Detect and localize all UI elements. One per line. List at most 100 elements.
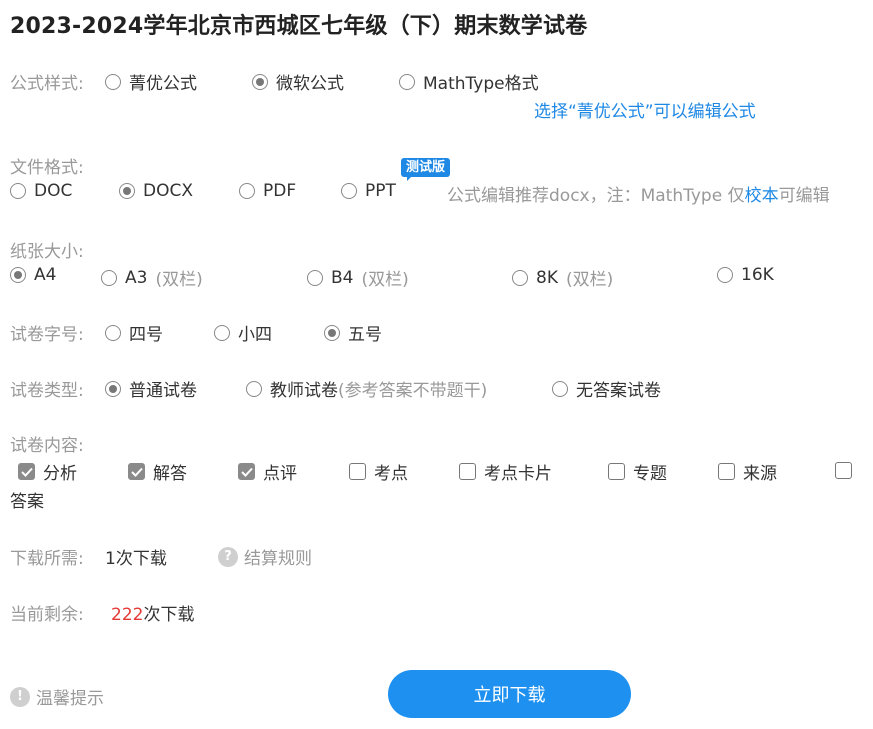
content-option-source[interactable]: 来源: [718, 459, 777, 484]
file-format-note-prefix: 公式编辑推荐docx，注：MathType 仅: [447, 186, 745, 206]
settlement-rule-label: 结算规则: [244, 549, 312, 569]
paper-type-option-label: 教师试卷: [270, 381, 338, 401]
paper-size-a3[interactable]: A3 (双栏): [101, 265, 203, 290]
paper-size-a4[interactable]: A4: [10, 265, 56, 285]
content-option-answer-checkbox[interactable]: [835, 462, 860, 483]
radio-icon[interactable]: [105, 324, 121, 341]
radio-icon[interactable]: [552, 380, 568, 397]
radio-icon[interactable]: [239, 183, 255, 199]
download-cost-label: 下载所需:: [10, 549, 84, 569]
font-size-option-label: 五号: [348, 325, 382, 345]
formula-option-label: 菁优公式: [129, 74, 197, 94]
radio-icon[interactable]: [101, 269, 117, 286]
warm-tip-link[interactable]: ! 温馨提示: [10, 684, 104, 709]
content-option-comment[interactable]: 点评: [238, 459, 297, 484]
content-option-topic[interactable]: 专题: [608, 459, 667, 484]
content-option-solution[interactable]: 解答: [128, 459, 187, 484]
paper-size-b4[interactable]: B4 (双栏): [307, 265, 409, 290]
content-option-label: 考点: [374, 464, 408, 484]
file-format-note: 公式编辑推荐docx，注：MathType 仅校本可编辑: [447, 181, 830, 206]
radio-checked-icon[interactable]: [119, 183, 135, 199]
file-format-docx[interactable]: DOCX: [119, 181, 193, 201]
content-option-label: 考点卡片: [484, 464, 552, 484]
content-option-label: 点评: [263, 464, 297, 484]
file-format-option-label: PPT: [365, 181, 396, 201]
content-option-analysis[interactable]: 分析: [18, 459, 77, 484]
file-format-label: 文件格式:: [10, 158, 84, 178]
paper-size-option-label: 16K: [741, 265, 774, 285]
font-size-option-label: 四号: [129, 325, 163, 345]
formula-option-mathtype[interactable]: MathType格式: [399, 69, 539, 94]
checkbox-checked-icon[interactable]: [238, 463, 255, 480]
radio-icon[interactable]: [512, 269, 528, 286]
radio-checked-icon[interactable]: [10, 267, 26, 283]
formula-option-label: MathType格式: [423, 74, 539, 94]
badge-tail-shape: [407, 175, 413, 181]
content-option-knowledge[interactable]: 考点: [349, 459, 408, 484]
radio-icon[interactable]: [246, 380, 262, 397]
checkbox-icon[interactable]: [835, 462, 852, 479]
radio-icon[interactable]: [10, 183, 26, 199]
formula-hint-link[interactable]: 选择“菁优公式”可以编辑公式: [534, 97, 756, 122]
paper-type-option-label: 普通试卷: [129, 381, 197, 401]
radio-icon[interactable]: [214, 324, 230, 341]
file-format-pdf[interactable]: PDF: [239, 181, 296, 201]
content-option-label: 来源: [743, 464, 777, 484]
content-option-answer-label: 答案: [10, 492, 44, 512]
paper-type-label: 试卷类型:: [10, 381, 84, 401]
paper-type-no-answer[interactable]: 无答案试卷: [552, 376, 661, 401]
formula-style-label: 公式样式:: [10, 74, 84, 94]
file-format-doc[interactable]: DOC: [10, 181, 72, 201]
radio-checked-icon[interactable]: [105, 380, 121, 397]
checkbox-icon[interactable]: [718, 463, 735, 480]
formula-option-microsoft[interactable]: 微软公式: [252, 69, 344, 94]
paper-type-normal[interactable]: 普通试卷: [105, 376, 197, 401]
checkbox-icon[interactable]: [608, 463, 625, 480]
settlement-rule-link[interactable]: ? 结算规则: [218, 544, 312, 569]
radio-icon[interactable]: [105, 73, 121, 90]
paper-size-option-label: A4: [34, 265, 57, 285]
remaining-count: 222: [111, 605, 144, 625]
download-cost-value: 1次下载: [105, 549, 167, 569]
radio-icon[interactable]: [717, 267, 733, 283]
paper-size-option-label: 8K: [536, 267, 558, 288]
checkbox-checked-icon[interactable]: [128, 463, 145, 480]
paper-size-option-note: (双栏): [361, 270, 409, 290]
checkbox-icon[interactable]: [459, 463, 476, 480]
content-option-knowledge-card[interactable]: 考点卡片: [459, 459, 552, 484]
file-format-note-link[interactable]: 校本: [745, 186, 779, 206]
remaining-label: 当前剩余:: [10, 605, 84, 625]
paper-size-option-note: (双栏): [155, 270, 203, 290]
file-format-option-label: DOCX: [143, 181, 193, 201]
font-size-option-label: 小四: [238, 325, 272, 345]
radio-checked-icon[interactable]: [324, 324, 340, 341]
remaining-unit: 次下载: [143, 605, 195, 625]
paper-type-option-note: (参考答案不带题干): [338, 381, 488, 401]
warm-tip-label: 温馨提示: [36, 689, 104, 709]
radio-icon[interactable]: [399, 73, 415, 90]
radio-checked-icon[interactable]: [252, 73, 268, 90]
paper-size-option-note: (双栏): [565, 270, 614, 290]
radio-icon[interactable]: [307, 269, 323, 286]
paper-size-8k[interactable]: 8K (双栏): [512, 265, 613, 290]
download-now-button[interactable]: 立即下载: [388, 670, 631, 718]
file-format-ppt[interactable]: PPT: [341, 181, 396, 201]
font-size-sihao[interactable]: 四号: [105, 320, 163, 345]
radio-icon[interactable]: [341, 183, 357, 199]
paper-type-teacher[interactable]: 教师试卷 (参考答案不带题干): [246, 376, 487, 401]
page-title: 2023-2024学年北京市西城区七年级（下）期末数学试卷: [10, 14, 588, 39]
content-label: 试卷内容:: [10, 436, 84, 456]
content-option-label: 解答: [153, 464, 187, 484]
paper-size-16k[interactable]: 16K: [717, 265, 774, 285]
paper-size-option-label: A3: [125, 267, 148, 288]
checkbox-icon[interactable]: [349, 463, 366, 480]
paper-type-option-label: 无答案试卷: [576, 381, 661, 401]
checkbox-checked-icon[interactable]: [18, 463, 35, 480]
remaining-value: 222次下载: [111, 600, 194, 625]
formula-option-jingyou[interactable]: 菁优公式: [105, 69, 197, 94]
font-size-wuhao[interactable]: 五号: [324, 320, 382, 345]
font-size-xiaosi[interactable]: 小四: [214, 320, 272, 345]
file-format-option-label: DOC: [34, 181, 73, 201]
beta-badge: 测试版: [401, 156, 451, 181]
paper-size-label: 纸张大小:: [10, 242, 84, 262]
